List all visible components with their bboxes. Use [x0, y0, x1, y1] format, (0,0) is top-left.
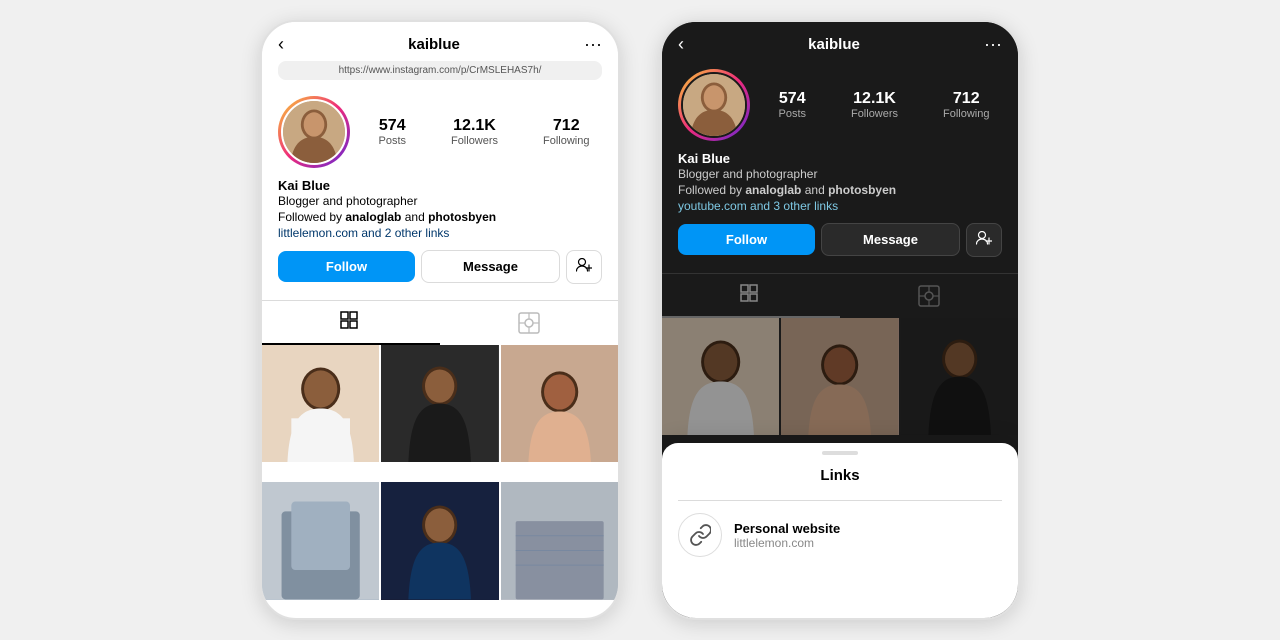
avatar-inner-right	[681, 72, 747, 138]
tab-bar-left	[262, 300, 618, 345]
right-phone: ‹ kaiblue ··· 574 Posts	[660, 20, 1020, 620]
avatar-inner-left	[281, 99, 347, 165]
stat-posts-right[interactable]: 574 Posts	[778, 90, 806, 120]
more-icon-left[interactable]: ···	[584, 34, 602, 55]
stat-followers-right[interactable]: 12.1K Followers	[851, 90, 898, 120]
message-button-left[interactable]: Message	[421, 250, 560, 283]
link-title: Personal website	[734, 521, 840, 536]
follow-button-left[interactable]: Follow	[278, 251, 415, 282]
back-icon-left[interactable]: ‹	[278, 34, 284, 55]
url-bar-left: https://www.instagram.com/p/CrMSLEHAS7h/	[278, 61, 602, 80]
photo-cell-5-left[interactable]	[381, 482, 498, 599]
followers-label-left: Followers	[451, 135, 498, 147]
sheet-title: Links	[678, 467, 1002, 484]
add-person-icon-left	[576, 258, 592, 275]
stat-following-right[interactable]: 712 Following	[943, 90, 989, 120]
stats-row-left: 574 Posts 12.1K Followers 712 Following	[366, 117, 602, 147]
bio-section-left: Kai Blue Blogger and photographer Follow…	[278, 178, 602, 240]
following-number-right: 712	[953, 90, 980, 108]
divider-sheet	[678, 500, 1002, 501]
followers-number-right: 12.1K	[853, 90, 896, 108]
bio-desc-right: Blogger and photographer	[678, 166, 1002, 183]
followers-label-right: Followers	[851, 108, 898, 120]
photo-grid-left	[262, 345, 618, 618]
follow-button-right[interactable]: Follow	[678, 224, 815, 255]
bio-link-left[interactable]: littlelemon.com and 2 other links	[278, 226, 602, 240]
bio-link-right[interactable]: youtube.com and 3 other links	[678, 199, 1002, 213]
profile-header-right: 574 Posts 12.1K Followers 712 Following	[678, 69, 1002, 141]
bio-name-left: Kai Blue	[278, 178, 602, 193]
following-number-left: 712	[553, 117, 580, 135]
tab-bar-right	[662, 273, 1018, 318]
link-url: littlelemon.com	[734, 536, 840, 550]
photo-cell-1-right[interactable]	[662, 318, 779, 435]
bio-followed-right: Followed by analoglab and photosbyen	[678, 183, 1002, 197]
grid-icon-right	[740, 284, 762, 306]
tab-tag-right[interactable]	[840, 274, 1018, 318]
tab-tag-left[interactable]	[440, 301, 618, 345]
more-icon-right[interactable]: ···	[984, 34, 1002, 55]
tag-icon-left	[518, 312, 540, 334]
stat-following-left[interactable]: 712 Following	[543, 117, 589, 147]
stat-followers-left[interactable]: 12.1K Followers	[451, 117, 498, 147]
stats-row-right: 574 Posts 12.1K Followers 712 Following	[766, 90, 1002, 120]
username-left: kaiblue	[408, 36, 460, 53]
bio-followed-left: Followed by analoglab and photosbyen	[278, 210, 602, 224]
message-button-right[interactable]: Message	[821, 223, 960, 256]
link-icon-wrapper	[678, 513, 722, 557]
tag-icon-right	[918, 285, 940, 307]
top-nav-right: ‹ kaiblue ···	[662, 22, 1018, 61]
profile-header-left: 574 Posts 12.1K Followers 712 Following	[278, 96, 602, 168]
posts-label-left: Posts	[378, 135, 406, 147]
add-friend-button-right[interactable]	[966, 223, 1002, 257]
link-icon	[689, 524, 711, 546]
profile-section-right: 574 Posts 12.1K Followers 712 Following …	[662, 61, 1018, 269]
action-row-right: Follow Message	[678, 223, 1002, 257]
bio-desc-left: Blogger and photographer	[278, 193, 602, 210]
sheet-handle	[822, 451, 858, 455]
followers-number-left: 12.1K	[453, 117, 496, 135]
photo-cell-4-left[interactable]	[262, 482, 379, 599]
action-row-left: Follow Message	[278, 250, 602, 284]
avatar-right	[678, 69, 750, 141]
photo-cell-3-left[interactable]	[501, 345, 618, 462]
photo-cell-6-left[interactable]	[501, 482, 618, 599]
link-row[interactable]: Personal website littlelemon.com	[678, 513, 1002, 557]
photo-cell-1-left[interactable]	[262, 345, 379, 462]
username-right: kaiblue	[808, 36, 860, 53]
profile-section-left: 574 Posts 12.1K Followers 712 Following …	[262, 88, 618, 296]
posts-label-right: Posts	[778, 108, 806, 120]
bio-section-right: Kai Blue Blogger and photographer Follow…	[678, 151, 1002, 213]
following-label-left: Following	[543, 135, 589, 147]
tab-grid-left[interactable]	[262, 301, 440, 345]
photo-cell-2-left[interactable]	[381, 345, 498, 462]
add-person-icon-right	[976, 231, 992, 248]
bio-name-right: Kai Blue	[678, 151, 1002, 166]
top-nav-left: ‹ kaiblue ···	[262, 22, 618, 61]
avatar-left	[278, 96, 350, 168]
photo-cell-2-right[interactable]	[781, 318, 898, 435]
following-label-right: Following	[943, 108, 989, 120]
back-icon-right[interactable]: ‹	[678, 34, 684, 55]
tab-grid-right[interactable]	[662, 274, 840, 318]
grid-icon-left	[340, 311, 362, 333]
stat-posts-left[interactable]: 574 Posts	[378, 117, 406, 147]
left-phone: ‹ kaiblue ··· https://www.instagram.com/…	[260, 20, 620, 620]
link-text-block: Personal website littlelemon.com	[734, 521, 840, 550]
add-friend-button-left[interactable]	[566, 250, 602, 284]
posts-number-left: 574	[379, 117, 406, 135]
photo-cell-3-right[interactable]	[901, 318, 1018, 435]
posts-number-right: 574	[779, 90, 806, 108]
bottom-sheet: Links Personal website littlelemon.com	[662, 443, 1018, 618]
